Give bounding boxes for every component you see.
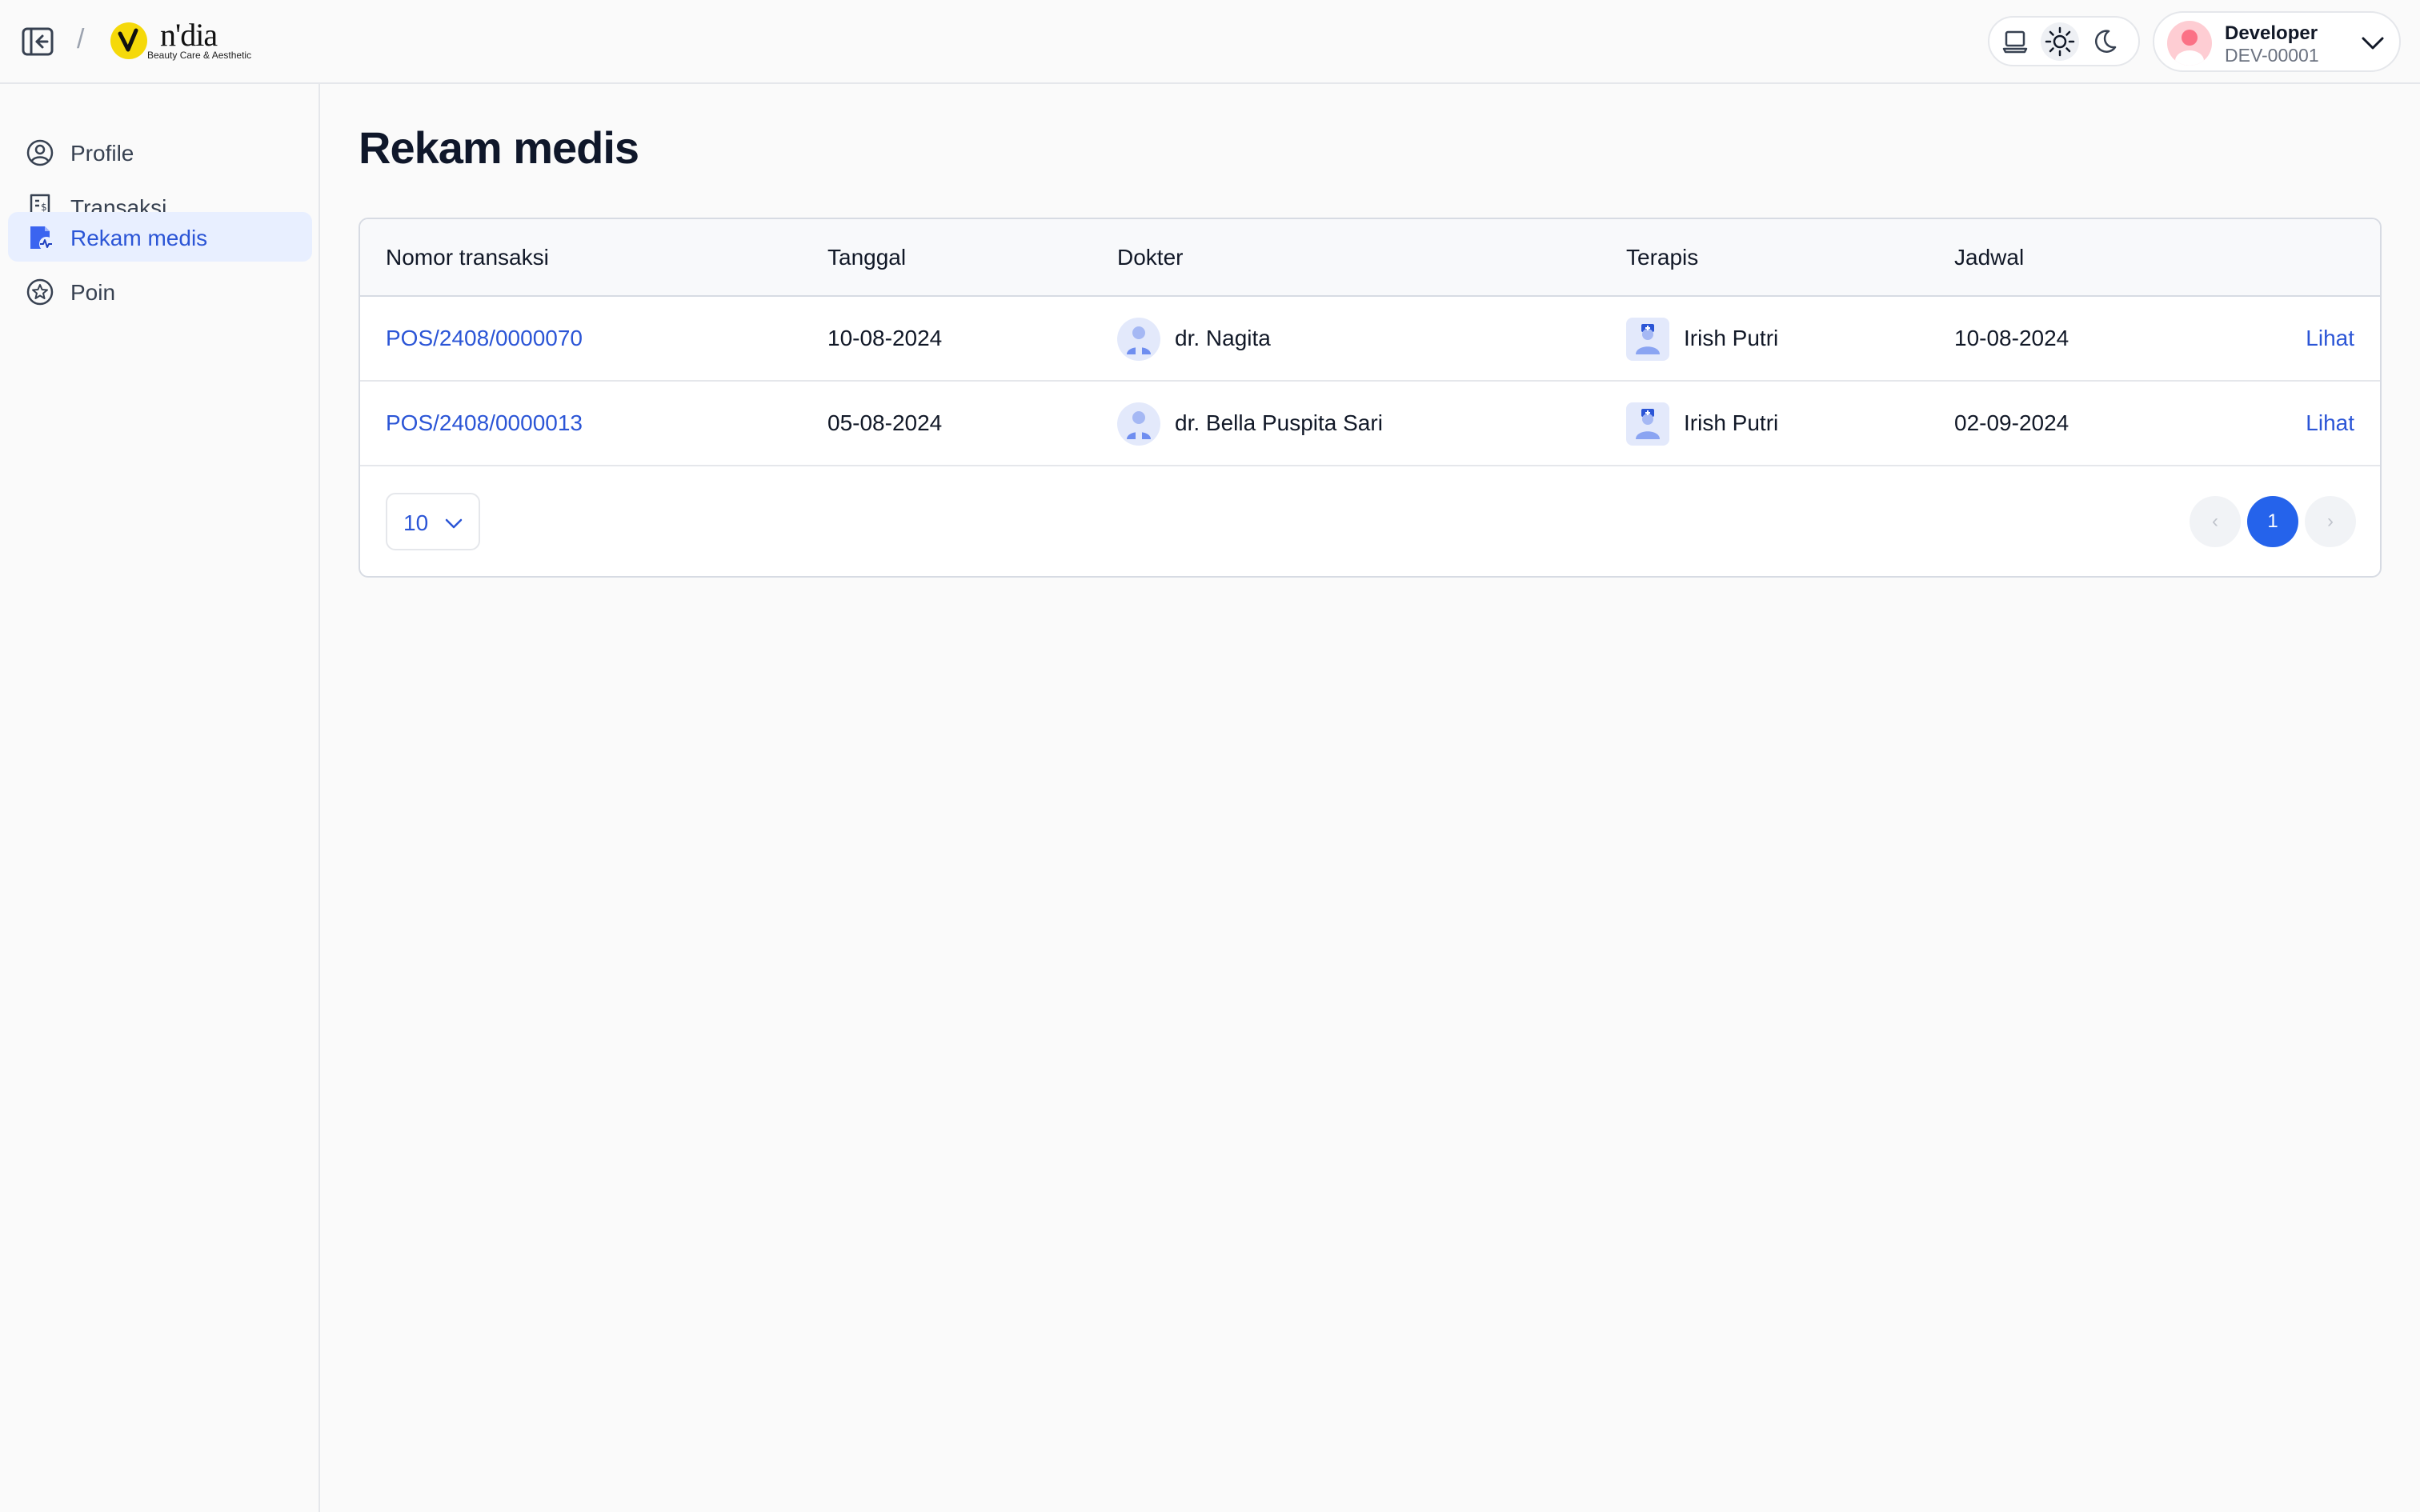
sidebar-item-label: Rekam medis (70, 226, 208, 250)
sidebar-item-poin[interactable]: Poin (8, 266, 312, 316)
logo-tagline: Beauty Care & Aesthetic (147, 50, 252, 61)
pagination-page-1[interactable]: 1 (2247, 496, 2298, 547)
sidebar-item-label: Poin (70, 280, 116, 305)
chevron-down-icon (2362, 37, 2384, 50)
transaction-date: 05-08-2024 (827, 410, 943, 435)
schedule-date: 10-08-2024 (1954, 326, 2069, 350)
table-row: POS/2408/0000070 10-08-2024 dr. Nagita I… (360, 297, 2380, 382)
doctor-icon (1117, 318, 1160, 361)
theme-switcher (1988, 16, 2140, 66)
sidebar-item-rekam-medis[interactable]: Rekam medis (8, 212, 312, 262)
therapist-icon (1626, 318, 1669, 361)
page-size-value: 10 (403, 510, 429, 535)
pagination-next-button[interactable]: › (2305, 496, 2356, 547)
moon-icon (2095, 29, 2117, 53)
chevron-down-icon (445, 518, 463, 529)
column-header-terapis: Terapis (1626, 245, 1699, 270)
schedule-date: 02-09-2024 (1954, 410, 2069, 435)
sun-icon (2045, 26, 2075, 56)
column-header-tanggal: Tanggal (827, 245, 907, 270)
logo-name: n'dia (160, 17, 218, 53)
transaction-date: 10-08-2024 (827, 326, 943, 350)
column-header-nomor-transaksi: Nomor transaksi (386, 245, 549, 270)
column-header-jadwal: Jadwal (1954, 245, 2025, 270)
table-row: POS/2408/0000013 05-08-2024 dr. Bella Pu… (360, 382, 2380, 466)
medical-records-table: Nomor transaksi Tanggal Dokter Terapis J… (359, 218, 2382, 578)
user-id: DEV-00001 (2225, 45, 2319, 66)
table-header: Nomor transaksi Tanggal Dokter Terapis J… (360, 219, 2380, 297)
chevron-left-icon: ‹ (2212, 510, 2218, 532)
brand-logo[interactable]: n'dia Beauty Care & Aesthetic (109, 17, 253, 66)
doctor-name: dr. Nagita (1175, 326, 1271, 350)
view-record-link[interactable]: Lihat (2306, 410, 2354, 436)
top-bar: / n'dia Beauty Care & Aesthetic Develope… (0, 0, 2420, 84)
chevron-right-icon: › (2327, 510, 2334, 532)
laptop-icon (2002, 30, 2028, 53)
user-circle-icon (26, 139, 54, 166)
star-badge-icon (26, 278, 54, 306)
sidebar-item-profile[interactable]: Profile (8, 127, 312, 177)
view-record-link[interactable]: Lihat (2306, 326, 2354, 351)
therapist-name: Irish Putri (1684, 410, 1779, 435)
column-header-dokter: Dokter (1117, 245, 1184, 270)
logo-mark-icon (110, 22, 147, 59)
therapist-icon (1626, 402, 1669, 446)
sidebar-collapse-icon (22, 27, 54, 56)
sidebar-item-label: Profile (70, 141, 134, 166)
avatar (2167, 21, 2212, 66)
breadcrumb-separator: / (77, 24, 85, 54)
user-menu-button[interactable]: Developer DEV-00001 (2153, 11, 2401, 72)
transaction-number-link[interactable]: POS/2408/0000070 (386, 326, 583, 351)
pagination-prev-button[interactable]: ‹ (2190, 496, 2241, 547)
svg-text:$: $ (41, 202, 47, 213)
transaction-number-link[interactable]: POS/2408/0000013 (386, 410, 583, 436)
page-title: Rekam medis (359, 122, 639, 173)
doctor-name: dr. Bella Puspita Sari (1175, 410, 1383, 435)
doctor-icon (1117, 402, 1160, 446)
theme-system-button[interactable] (1996, 22, 2034, 61)
medical-record-icon (30, 226, 54, 251)
sidebar-toggle-button[interactable] (21, 26, 54, 57)
theme-light-button[interactable] (2041, 22, 2079, 61)
therapist-name: Irish Putri (1684, 326, 1779, 350)
theme-dark-button[interactable] (2085, 22, 2124, 61)
page-size-select[interactable]: 10 (386, 493, 480, 550)
table-footer: 10 ‹ 1 › (360, 466, 2380, 576)
page-number: 1 (2267, 510, 2278, 532)
user-name: Developer (2225, 22, 2318, 44)
user-avatar-icon (2175, 30, 2204, 66)
sidebar: Profile $ Transaksi Rekam medis Poin (0, 84, 320, 1512)
